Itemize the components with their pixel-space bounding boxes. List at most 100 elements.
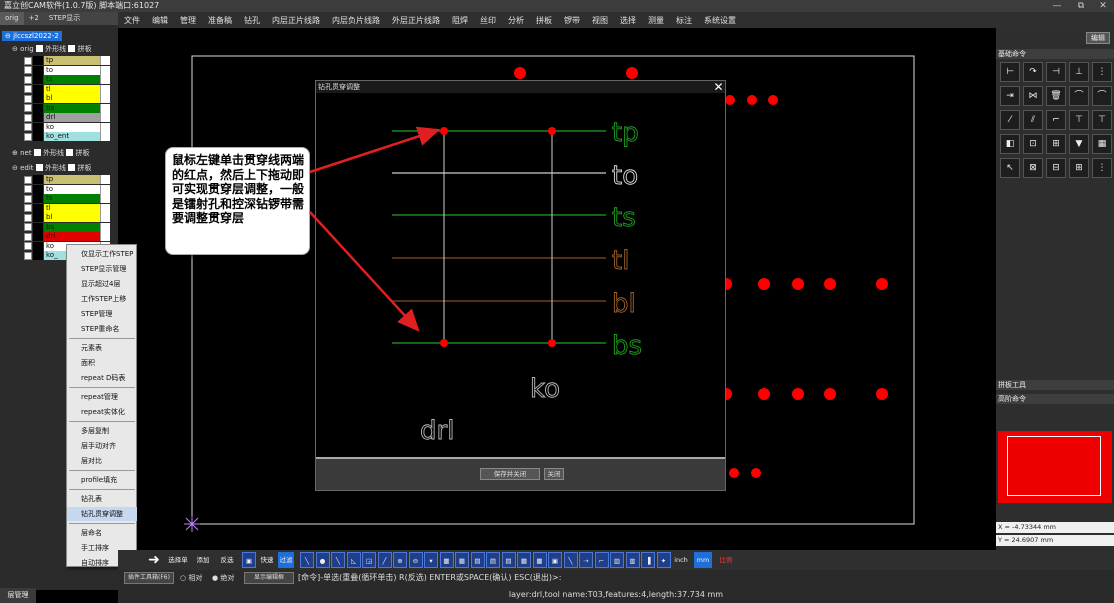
draw-tool-icon[interactable]: ✦	[656, 552, 671, 568]
context-menu-item[interactable]: 层命名	[67, 526, 137, 540]
draw-tool-icon[interactable]: ▥	[610, 552, 624, 568]
context-menu-item[interactable]: repeat管理	[67, 390, 137, 404]
layer-visible-checkbox[interactable]	[24, 185, 32, 194]
command-icon[interactable]: ⌒	[1092, 86, 1112, 106]
draw-tool-icon[interactable]: ▦	[532, 552, 547, 568]
draw-tool-icon[interactable]: ⇢	[579, 552, 593, 568]
command-icon[interactable]: ⌐	[1046, 110, 1066, 130]
command-icon[interactable]: ⊢	[1000, 62, 1020, 82]
draw-tool-icon[interactable]: ╲	[300, 552, 314, 568]
maximize-button[interactable]: ⧉	[1070, 0, 1092, 12]
context-menu-item[interactable]: STEP重命名	[67, 322, 137, 336]
step-net[interactable]: ⊕ net 外形线 拼板	[12, 148, 90, 158]
command-icon[interactable]: ⊡	[1023, 134, 1043, 154]
draw-tool-icon[interactable]: ▥	[625, 552, 640, 568]
menu-item[interactable]: 内层负片线路	[326, 15, 386, 26]
draw-tool-icon[interactable]: ╱	[377, 552, 392, 568]
minimize-button[interactable]: —	[1046, 0, 1068, 12]
layer-flag[interactable]	[100, 184, 110, 194]
command-icon[interactable]: ⊟	[1046, 158, 1066, 178]
layer-manager-tab[interactable]: 层管理	[0, 588, 36, 603]
layer-flag[interactable]	[100, 56, 110, 66]
layer-visible-checkbox[interactable]	[24, 175, 32, 184]
context-menu-item[interactable]: 显示超过4层	[67, 277, 137, 291]
plugin-toolbox-button[interactable]: 插件工具箱(F6)	[124, 572, 174, 584]
context-menu-item[interactable]: 层手动对齐	[67, 439, 137, 453]
layer-flag[interactable]	[100, 232, 110, 242]
menu-item[interactable]: 准备稿	[202, 15, 238, 26]
layer-flag[interactable]	[100, 194, 110, 204]
layer-flag[interactable]	[100, 222, 110, 232]
layer-flag[interactable]	[100, 65, 110, 75]
command-icon[interactable]: ▦	[1092, 134, 1112, 154]
context-menu-item[interactable]: 多层复制	[67, 424, 137, 438]
layer-flag[interactable]	[100, 113, 110, 123]
edit-outline-checkbox[interactable]	[35, 164, 43, 171]
layer-row[interactable]: tp	[24, 175, 114, 185]
layer-row[interactable]: drl	[24, 113, 114, 123]
command-prompt[interactable]: [命令]-单选(重叠(循环单击) R(反选) ENTER或SPACE(确认) E…	[298, 572, 561, 584]
layer-row[interactable]: bs	[24, 103, 114, 114]
outline-checkbox[interactable]	[35, 45, 43, 52]
layer-visible-checkbox[interactable]	[24, 75, 32, 84]
command-icon[interactable]: ⇥	[1000, 86, 1020, 106]
draw-tool-icon[interactable]: ▦	[439, 552, 454, 568]
layer-visible-checkbox[interactable]	[24, 66, 32, 75]
quick-button[interactable]: 快速	[258, 552, 276, 568]
draw-tool-icon[interactable]: ▤	[501, 552, 516, 568]
menu-item[interactable]: 系统设置	[698, 15, 742, 26]
layer-visible-checkbox[interactable]	[24, 123, 32, 132]
context-menu-item[interactable]: 钻孔表	[67, 492, 137, 506]
layer-row[interactable]: bs	[24, 222, 114, 233]
draw-tool-icon[interactable]: ⊖	[408, 552, 423, 568]
context-menu-item[interactable]: 面积	[67, 356, 137, 370]
invert-button[interactable]: 反选	[216, 552, 238, 568]
menu-item[interactable]: 测量	[642, 15, 670, 26]
layer-visible-checkbox[interactable]	[24, 223, 32, 232]
context-menu-item[interactable]: STEP显示管理	[67, 262, 137, 276]
menu-item[interactable]: 丝印	[474, 15, 502, 26]
command-icon[interactable]: ⊤	[1069, 110, 1089, 130]
command-icon[interactable]: ▼	[1069, 134, 1089, 154]
command-icon[interactable]: ⊥	[1069, 62, 1089, 82]
draw-tool-icon[interactable]: ▤	[470, 552, 485, 568]
mm-button[interactable]: mm	[694, 552, 712, 568]
tab-orig[interactable]: orig	[0, 12, 24, 25]
layer-visible-checkbox[interactable]	[24, 242, 32, 251]
layer-row[interactable]: drl	[24, 232, 114, 242]
tab-plus2[interactable]: +2	[24, 12, 44, 25]
command-icon[interactable]: ⊞	[1046, 134, 1066, 154]
step-orig[interactable]: ⊖ orig 外形线 拼板	[12, 44, 92, 54]
preview-panel[interactable]	[998, 431, 1112, 503]
layer-row[interactable]: bl	[24, 94, 114, 104]
menu-item[interactable]: 标注	[670, 15, 698, 26]
menu-item[interactable]: 分析	[502, 15, 530, 26]
display-editor-button[interactable]: 显示编辑框	[244, 572, 294, 584]
relative-radio[interactable]: ○ 相对	[180, 572, 202, 584]
layer-flag[interactable]	[100, 213, 110, 223]
layer-flag[interactable]	[100, 103, 110, 113]
command-icon[interactable]: ⌒	[1069, 86, 1089, 106]
command-icon[interactable]: ⁄	[1000, 110, 1020, 130]
menu-item[interactable]: 选择	[614, 15, 642, 26]
layer-flag[interactable]	[100, 203, 110, 213]
command-icon[interactable]: ⊞	[1069, 158, 1089, 178]
layer-row[interactable]: ts	[24, 194, 114, 204]
draw-tool-icon[interactable]: ▦	[517, 552, 531, 568]
close-button[interactable]: 关闭	[544, 468, 564, 480]
draw-tool-icon[interactable]: ▤	[486, 552, 500, 568]
context-menu-item[interactable]: 元素表	[67, 341, 137, 355]
context-menu-item[interactable]: repeat实体化	[67, 405, 137, 419]
layer-visible-checkbox[interactable]	[24, 104, 32, 113]
context-menu-item[interactable]: STEP管理	[67, 307, 137, 321]
select-single-button[interactable]: 选择单	[166, 552, 190, 568]
tab-step-display[interactable]: STEP显示	[44, 12, 85, 25]
draw-tool-icon[interactable]: ◲	[362, 552, 376, 568]
context-menu-item[interactable]: 层对比	[67, 454, 137, 468]
net-outline-checkbox[interactable]	[33, 149, 41, 156]
layer-visible-checkbox[interactable]	[24, 94, 32, 103]
command-icon[interactable]: ↷	[1023, 62, 1043, 82]
layer-flag[interactable]	[100, 122, 110, 132]
layer-flag[interactable]	[100, 132, 110, 142]
edit-panel-checkbox[interactable]	[68, 164, 76, 171]
